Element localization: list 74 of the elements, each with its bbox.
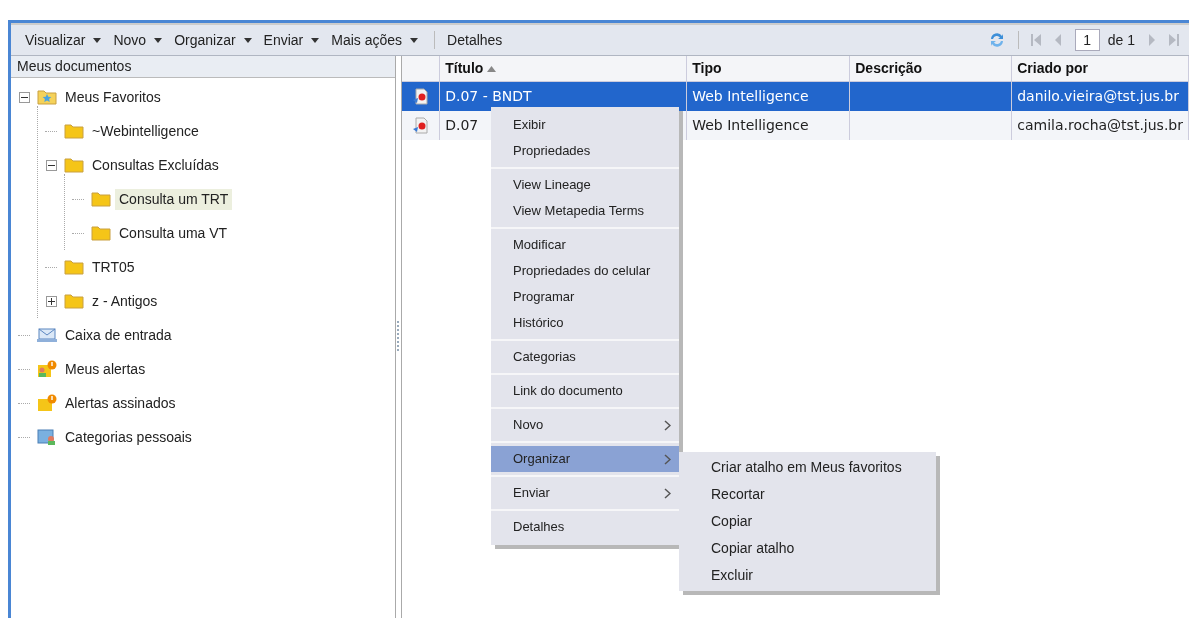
menu-item[interactable]: Copiar [679,508,936,535]
menu-item[interactable]: Criar atalho em Meus favoritos [679,454,936,481]
column-header[interactable]: Descrição [850,56,1013,81]
first-page-icon[interactable] [1030,34,1041,46]
menu-item[interactable]: Copiar atalho [679,535,936,562]
folder-icon [91,191,111,207]
folder-icon [64,157,84,173]
page-count: de 1 [1107,30,1135,50]
menu-item[interactable]: Exibir [491,112,679,138]
menu-item[interactable]: Detalhes [491,514,679,540]
column-header[interactable]: Tipo [687,56,851,81]
collapse-toggle[interactable] [45,159,57,171]
toolbar-menu[interactable]: Visualizar [21,29,106,51]
folder-icon [64,293,84,309]
collapse-toggle[interactable] [18,91,30,103]
panel-title: Meus documentos [11,56,396,78]
report-icon [411,116,430,135]
report-icon [411,87,430,106]
tree-item[interactable]: Consulta uma VT [115,222,232,244]
table-cell-text: Web Intelligence [692,116,809,135]
folder-icon [64,259,84,275]
tree-item[interactable]: Alertas assinados [61,392,180,414]
categories-icon [37,428,57,446]
tree-item[interactable]: Caixa de entrada [61,324,176,346]
menu-item[interactable]: View Metapedia Terms [491,198,679,224]
menu-item[interactable]: Excluir [679,562,936,589]
tree-item[interactable]: ~Webintelligence [88,120,203,142]
toolbar-menu[interactable]: Novo [109,29,167,51]
tree-item[interactable]: Consulta um TRT [115,188,233,210]
toolbar-menu[interactable]: Organizar [170,29,256,51]
folder-icon [91,225,111,241]
menu-item[interactable]: Link do documento [491,378,679,404]
menu-item[interactable]: Recortar [679,481,936,508]
menu-item[interactable]: Enviar [491,480,679,506]
tree-item[interactable]: z - Antigos [88,290,162,312]
menu-item[interactable]: Modificar [491,232,679,258]
table-cell-text: D.07 [445,116,479,135]
table-row[interactable]: D.07 - BNDT Web Intelligence danilo.vieira@tst.jus.br [402,82,1189,111]
alert-folder-icon [37,394,57,412]
caret-icon [311,37,320,43]
envelope-icon [37,327,57,343]
tree-item[interactable]: Consultas Excluídas [88,154,223,176]
column-header[interactable]: Título [440,56,688,81]
next-page-icon[interactable] [1147,34,1157,46]
menu-item[interactable]: Novo [491,412,679,438]
menu-item[interactable]: Histórico [491,310,679,336]
expand-toggle[interactable] [45,295,57,307]
folder-icon [64,123,84,139]
tree-item[interactable]: Categorias pessoais [61,426,196,448]
caret-icon [154,37,163,43]
table-cell-text: camila.rocha@tst.jus.br [1017,116,1183,135]
menu-item[interactable]: Propriedades do celular [491,258,679,284]
table-cell-text: Web Intelligence [692,87,809,106]
table-cell-text: danilo.vieira@tst.jus.br [1017,87,1179,106]
toolbar-menu[interactable]: Detalhes [443,29,507,51]
last-page-icon[interactable] [1169,34,1179,46]
menu-item[interactable]: Programar [491,284,679,310]
toolbar-menu[interactable]: Mais ações [327,29,423,51]
alert-person-icon [37,360,57,378]
tree-item[interactable]: Meus alertas [61,358,150,380]
star-folder-icon [37,89,57,105]
menu-item[interactable]: Organizar [491,446,679,472]
column-header[interactable]: Criado por [1012,56,1189,81]
table-cell-text: D.07 - BNDT [445,87,532,106]
tree-item[interactable]: Meus Favoritos [61,86,165,108]
tree-item[interactable]: TRT05 [88,256,139,278]
menu-item[interactable]: Categorias [491,344,679,370]
menu-item[interactable]: Propriedades [491,138,679,164]
page-field[interactable]: 1 [1074,29,1100,51]
caret-icon [243,37,252,43]
toolbar-menu[interactable]: Enviar [259,29,324,51]
caret-icon [410,37,419,43]
menu-item[interactable]: View Lineage [491,172,679,198]
caret-icon [93,37,102,43]
